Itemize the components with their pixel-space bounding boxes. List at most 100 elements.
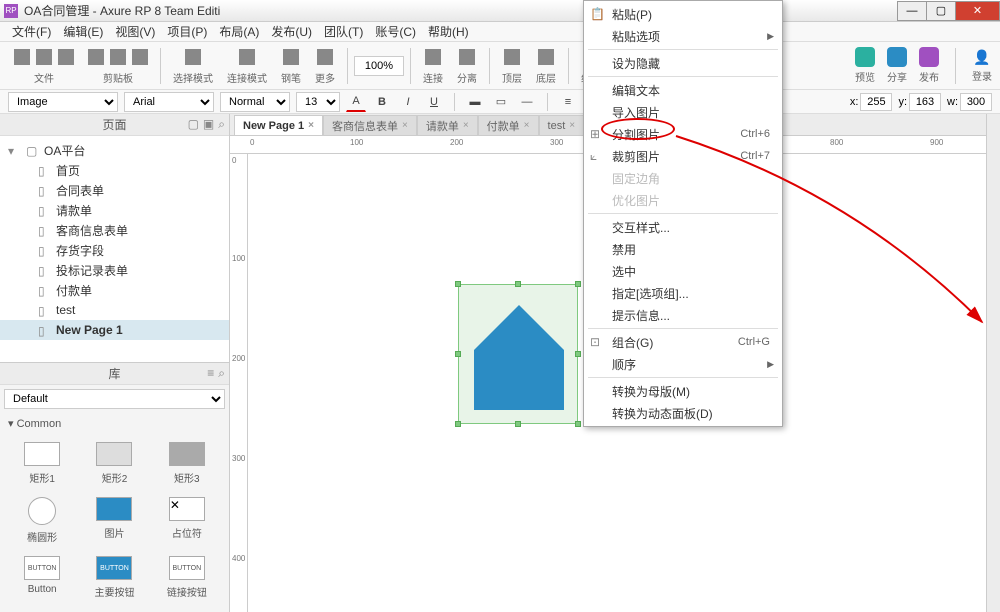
ctx-slice-image[interactable]: ⊞分割图片Ctrl+6 [584,123,782,145]
resize-handle[interactable] [575,421,581,427]
menu-edit[interactable]: 编辑(E) [59,21,107,42]
select-mode-icon[interactable] [185,49,201,65]
tree-item-selected[interactable]: ▯New Page 1 [0,320,229,340]
menu-team[interactable]: 团队(T) [320,21,367,42]
resize-handle[interactable] [515,281,521,287]
fill-color-icon[interactable]: ▬ [465,92,485,112]
lib-item[interactable]: BUTTON链接按钮 [153,552,221,603]
tree-item[interactable]: ▯付款单 [0,280,229,300]
italic-button[interactable]: I [398,92,418,112]
resize-handle[interactable] [575,351,581,357]
menu-publish[interactable]: 发布(U) [267,21,316,42]
close-button[interactable]: ✕ [955,1,1000,21]
ctx-select[interactable]: 选中 [584,260,782,282]
add-folder-icon[interactable]: ▣ [203,117,214,132]
ctx-import-image[interactable]: 导入图片 [584,101,782,123]
ctx-disable[interactable]: 禁用 [584,238,782,260]
lib-item[interactable]: BUTTON主要按钮 [80,552,148,603]
library-select[interactable]: Default [4,389,225,409]
lib-item[interactable]: 矩形2 [80,438,148,489]
line-style-icon[interactable]: — [517,92,537,112]
ctx-order[interactable]: 顺序▶ [584,353,782,375]
ctx-tooltip[interactable]: 提示信息... [584,304,782,326]
resize-handle[interactable] [575,281,581,287]
bold-button[interactable]: B [372,92,392,112]
menu-file[interactable]: 文件(F) [8,21,55,42]
add-page-icon[interactable]: ▢ [188,117,199,132]
menu-view[interactable]: 视图(V) [111,21,159,42]
tab[interactable]: test× [539,115,585,135]
login-button[interactable]: 👤登录 [972,49,992,83]
copy-icon[interactable] [110,49,126,65]
tree-item[interactable]: ▯首页 [0,160,229,180]
lib-item[interactable]: ✕占位符 [153,493,221,548]
tree-item[interactable]: ▯存货字段 [0,240,229,260]
ctx-edit-text[interactable]: 编辑文本 [584,79,782,101]
tree-item[interactable]: ▯投标记录表单 [0,260,229,280]
tree-item[interactable]: ▯请款单 [0,200,229,220]
back-icon[interactable] [538,49,554,65]
search-icon[interactable]: ⌕ [218,117,225,132]
resize-handle[interactable] [455,281,461,287]
w-input[interactable] [960,93,992,111]
close-tab-icon[interactable]: × [308,120,314,131]
lib-item[interactable]: 椭圆形 [8,493,76,548]
lib-menu-icon[interactable]: ≡ [207,366,214,381]
border-icon[interactable]: ▭ [491,92,511,112]
tab[interactable]: 客商信息表单× [323,115,417,135]
save-icon[interactable] [58,49,74,65]
ctx-convert-dynamic-panel[interactable]: 转换为动态面板(D) [584,402,782,424]
lib-search-icon[interactable]: ⌕ [218,366,225,381]
zoom-input[interactable] [354,56,404,76]
tree-item[interactable]: ▯客商信息表单 [0,220,229,240]
size-select[interactable]: 13 [296,92,340,112]
open-file-icon[interactable] [36,49,52,65]
maximize-button[interactable]: ▢ [926,1,956,21]
menu-account[interactable]: 账号(C) [371,21,420,42]
resize-handle[interactable] [515,421,521,427]
lib-item[interactable]: BUTTONButton [8,552,76,603]
tree-item[interactable]: ▯合同表单 [0,180,229,200]
resize-handle[interactable] [455,351,461,357]
share-button[interactable]: 分享 [887,47,907,84]
weight-select[interactable]: Normal [220,92,290,112]
tree-root[interactable]: ▾▢OA平台 [0,140,229,160]
cut-icon[interactable] [88,49,104,65]
publish-button[interactable]: 发布 [919,47,939,84]
lib-item[interactable]: 矩形1 [8,438,76,489]
widget-type-select[interactable]: Image [8,92,118,112]
tab[interactable]: 请款单× [417,115,478,135]
more-icon[interactable] [317,49,333,65]
ctx-group[interactable]: ⊡组合(G)Ctrl+G [584,331,782,353]
lib-item[interactable]: 图片 [80,493,148,548]
ctx-paste-options[interactable]: 粘贴选项▶ [584,25,782,47]
menu-project[interactable]: 项目(P) [163,21,211,42]
ctx-assign-option-group[interactable]: 指定[选项组]... [584,282,782,304]
ctx-paste[interactable]: 📋粘贴(P) [584,3,782,25]
font-select[interactable]: Arial [124,92,214,112]
new-file-icon[interactable] [14,49,30,65]
font-color-icon[interactable]: A [346,92,366,112]
minimize-button[interactable]: — [897,1,927,21]
tab[interactable]: 付款单× [478,115,539,135]
connect-mode-icon[interactable] [239,49,255,65]
selected-widget[interactable] [458,284,578,424]
unlink-icon[interactable] [459,49,475,65]
ctx-interaction-styles[interactable]: 交互样式... [584,216,782,238]
resize-handle[interactable] [455,421,461,427]
ctx-crop-image[interactable]: ⟀裁剪图片Ctrl+7 [584,145,782,167]
link-icon[interactable] [425,49,441,65]
tab-active[interactable]: New Page 1× [234,115,323,135]
x-input[interactable] [860,93,892,111]
front-icon[interactable] [504,49,520,65]
ctx-set-hidden[interactable]: 设为隐藏 [584,52,782,74]
right-dock[interactable] [986,114,1000,612]
align-left-icon[interactable]: ≡ [558,92,578,112]
menu-layout[interactable]: 布局(A) [215,21,263,42]
preview-button[interactable]: 预览 [855,47,875,84]
underline-button[interactable]: U [424,92,444,112]
menu-help[interactable]: 帮助(H) [424,21,473,42]
ctx-convert-master[interactable]: 转换为母版(M) [584,380,782,402]
lib-category[interactable]: ▾ Common [0,413,229,434]
lib-item[interactable]: 矩形3 [153,438,221,489]
